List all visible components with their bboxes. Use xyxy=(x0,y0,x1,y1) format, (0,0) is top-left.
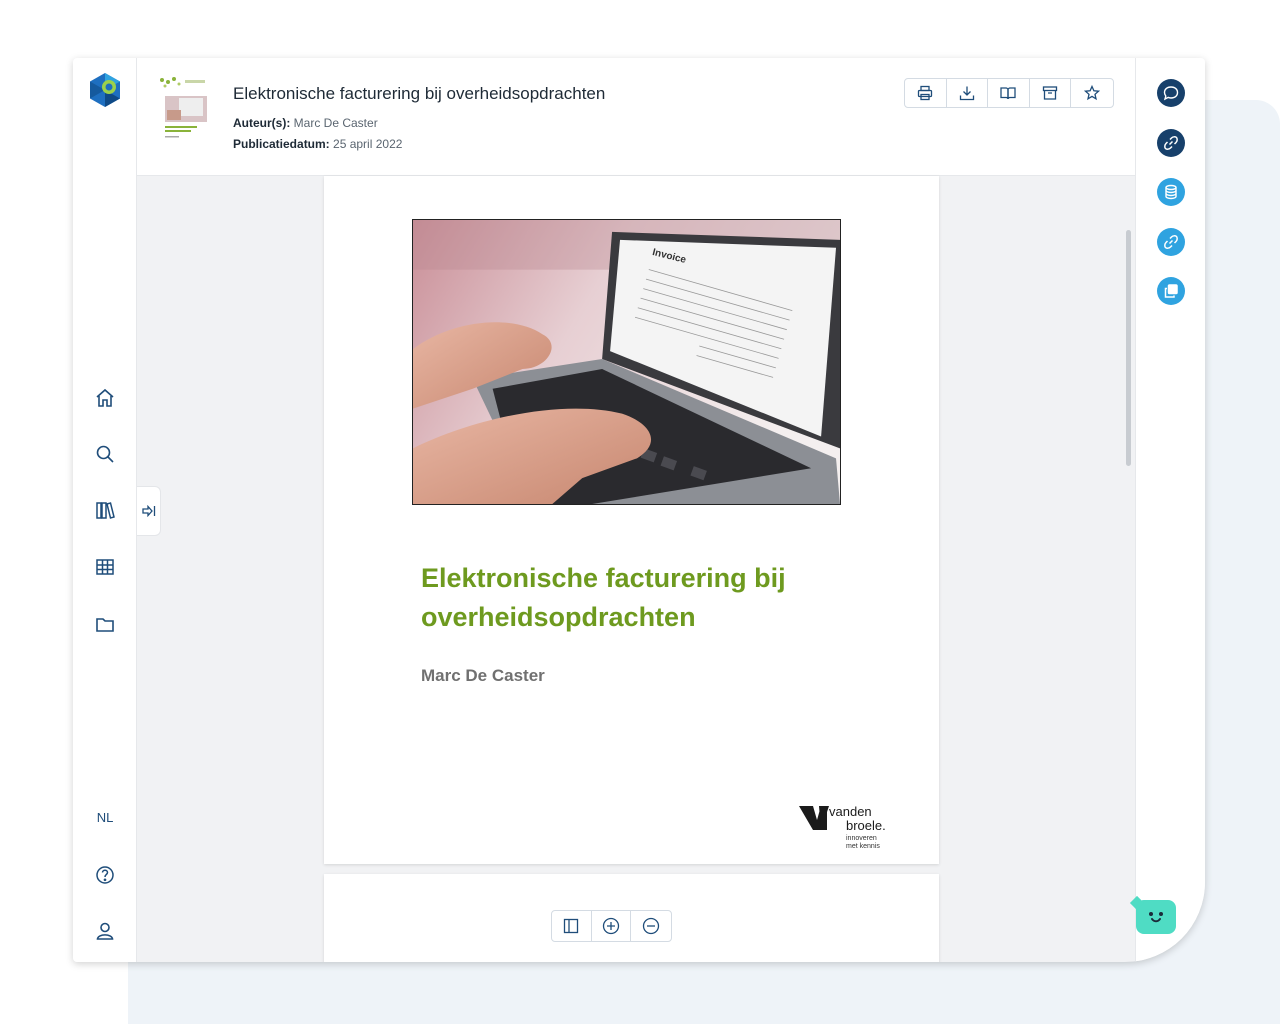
cover-photo: Invoice xyxy=(412,219,841,505)
publisher-tagline2: met kennis xyxy=(846,843,880,850)
download-button[interactable] xyxy=(947,79,988,107)
document-header: Elektronische facturering bij overheidso… xyxy=(137,58,1135,176)
author-meta: Auteur(s): Marc De Caster xyxy=(233,116,378,130)
archive-icon xyxy=(1042,86,1057,100)
search-icon[interactable] xyxy=(93,442,117,466)
print-button[interactable] xyxy=(905,79,947,107)
zoom-in-icon xyxy=(602,917,619,935)
favorite-button[interactable] xyxy=(1071,79,1113,107)
date-label: Publicatiedatum: xyxy=(233,137,330,151)
publisher-tagline1: innoveren xyxy=(846,835,877,842)
sidebar-toggle-icon xyxy=(564,918,579,934)
home-icon[interactable] xyxy=(93,386,117,410)
library-icon[interactable] xyxy=(93,498,117,522)
user-icon[interactable] xyxy=(93,919,117,943)
comment-icon xyxy=(1163,86,1179,101)
folder-icon[interactable] xyxy=(93,612,117,636)
link-icon xyxy=(1164,136,1178,150)
publisher-name-line1: vanden xyxy=(829,804,872,819)
related-links-button[interactable] xyxy=(1157,129,1185,157)
database-button[interactable] xyxy=(1157,178,1185,206)
expand-panel-button[interactable] xyxy=(137,486,161,536)
cover-title: Elektronische facturering bij overheidso… xyxy=(421,563,786,632)
date-meta: Publicatiedatum: 25 april 2022 xyxy=(233,137,402,151)
expand-icon xyxy=(141,505,155,517)
link-icon xyxy=(1164,235,1178,249)
zoom-out-button[interactable] xyxy=(631,911,671,941)
app-logo[interactable] xyxy=(87,72,123,108)
publisher-logo: vanden broele. innoveren met kennis xyxy=(799,804,886,850)
download-icon xyxy=(959,86,974,101)
archive-button[interactable] xyxy=(1030,79,1071,107)
toggle-sidebar-button[interactable] xyxy=(552,911,592,941)
book-open-icon xyxy=(1000,87,1016,100)
help-icon[interactable] xyxy=(93,863,117,887)
author-label: Auteur(s): xyxy=(233,116,291,130)
star-icon xyxy=(1083,85,1100,101)
document-scrollbar[interactable] xyxy=(1126,230,1131,466)
external-links-button[interactable] xyxy=(1157,228,1185,256)
document-title: Elektronische facturering bij overheidso… xyxy=(233,84,606,103)
printer-icon xyxy=(918,85,933,101)
copy-button[interactable] xyxy=(1157,277,1185,305)
chatbot-button[interactable] xyxy=(1136,900,1176,934)
copy-icon xyxy=(1164,284,1178,298)
chatbot-face-icon xyxy=(1149,912,1163,923)
document-toolbar xyxy=(904,78,1114,108)
read-button[interactable] xyxy=(988,79,1030,107)
publisher-name-line2: broele. xyxy=(846,818,886,833)
document-page: Invoice Elektronische facturering bij ov… xyxy=(324,176,939,864)
publication-date: 25 april 2022 xyxy=(333,137,403,151)
zoom-out-icon xyxy=(642,917,659,935)
language-switcher[interactable]: NL xyxy=(87,810,123,825)
cover-author: Marc De Caster xyxy=(421,666,545,685)
right-panel xyxy=(1135,58,1205,962)
app-window: NL Elektronische facturering bij overhei… xyxy=(73,58,1205,962)
zoom-in-button[interactable] xyxy=(592,911,631,941)
table-icon[interactable] xyxy=(93,555,117,579)
document-thumbnail[interactable] xyxy=(157,76,209,144)
comments-button[interactable] xyxy=(1157,79,1185,107)
database-icon xyxy=(1165,184,1177,200)
author-name: Marc De Caster xyxy=(293,116,378,130)
zoom-controls xyxy=(551,910,672,942)
left-sidebar: NL xyxy=(73,58,137,962)
